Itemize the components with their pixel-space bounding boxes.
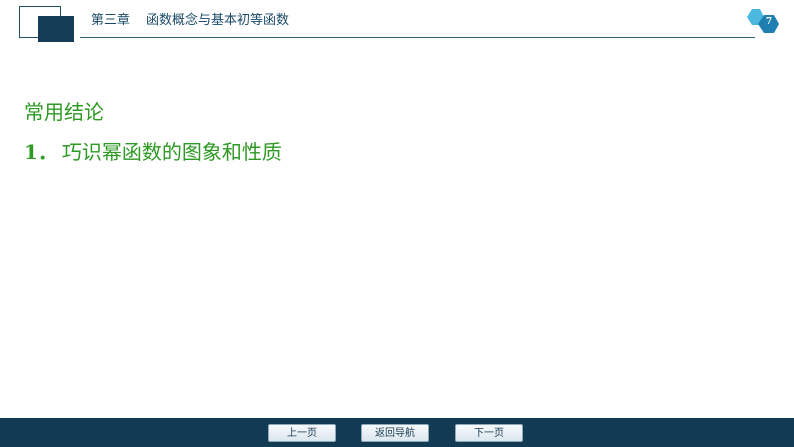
- next-page-button[interactable]: 下一页: [455, 424, 523, 442]
- header-logo-block: [38, 16, 74, 42]
- item-number: 1．: [24, 140, 58, 164]
- chapter-label: 第三章: [91, 13, 131, 28]
- item-text: 巧识幂函数的图象和性质: [61, 140, 282, 164]
- conclusion-item: 1． 巧识幂函数的图象和性质: [24, 139, 282, 165]
- return-navigation-button[interactable]: 返回导航: [361, 424, 429, 442]
- header-divider: [80, 37, 755, 38]
- chapter-title: 函数概念与基本初等函数: [146, 13, 290, 28]
- previous-page-button[interactable]: 上一页: [268, 424, 336, 442]
- section-title: 常用结论: [24, 100, 104, 124]
- page-number: 7: [765, 17, 773, 27]
- chapter-header: 第三章 函数概念与基本初等函数: [91, 11, 289, 31]
